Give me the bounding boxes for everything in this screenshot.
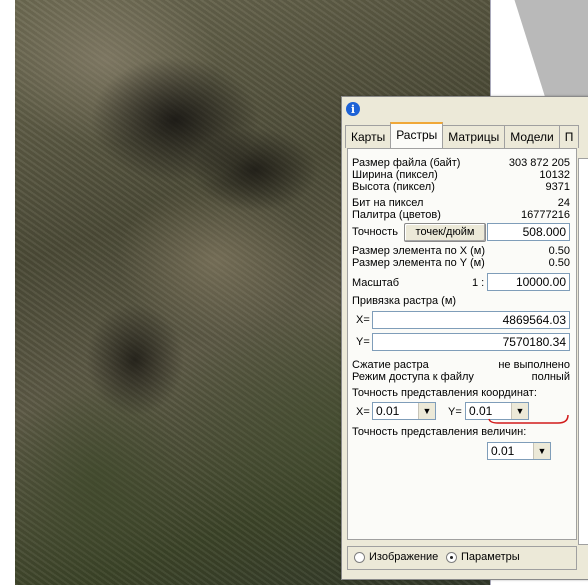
precision-unit-button[interactable]: точек/дюйм	[404, 223, 486, 242]
radio-image-circle[interactable]	[354, 551, 365, 563]
element-size-label: Размер элемента по Y (м)	[352, 257, 485, 269]
chevron-down-icon[interactable]: ▼	[418, 403, 435, 419]
raster-properties-dialog: i Карты Растры Матрицы Модели П Размер ф…	[341, 96, 588, 580]
info-label: Палитра (цветов)	[352, 209, 441, 221]
raster-panel: Размер файла (байт) 303 872 205 Ширина (…	[347, 148, 577, 540]
dialog-titlebar[interactable]: i	[342, 97, 588, 121]
coord-y-label: Y=	[448, 406, 462, 418]
info-icon: i	[346, 102, 360, 116]
scale-label: Масштаб	[352, 277, 400, 289]
coord-x-precision-select[interactable]: 0.01 ▼	[372, 402, 436, 420]
element-size-value: 0.50	[548, 257, 570, 269]
chevron-down-icon[interactable]: ▼	[533, 443, 550, 459]
x-coordinate-input[interactable]: 4869564.03	[372, 311, 570, 329]
coord-y-precision-value: 0.01	[469, 404, 493, 418]
scale-input[interactable]: 10000.00	[487, 273, 570, 291]
radio-image[interactable]: Изображение	[354, 551, 438, 563]
precision-input[interactable]: 508.000	[487, 223, 570, 241]
element-size-row: Размер элемента по Y (м) 0.50	[352, 257, 570, 270]
info-row: Палитра (цветов) 16777216	[352, 209, 570, 222]
side-panel	[578, 158, 588, 545]
access-label: Режим доступа к файлу	[352, 371, 474, 383]
tab-bar: Карты Растры Матрицы Модели П	[345, 122, 580, 149]
value-precision-select[interactable]: 0.01 ▼	[487, 442, 551, 460]
precision-label: Точность	[352, 226, 398, 238]
tab-rasters[interactable]: Растры	[390, 122, 444, 149]
x-label: X=	[356, 314, 370, 326]
coord-y-precision-select[interactable]: 0.01 ▼	[465, 402, 529, 420]
left-margin	[0, 0, 15, 585]
access-value: полный	[531, 371, 570, 383]
radio-params-label: Параметры	[461, 551, 520, 563]
binding-label: Привязка растра (м)	[352, 295, 457, 307]
tab-maps[interactable]: Карты	[345, 125, 392, 148]
value-precision-label: Точность представления величин:	[352, 426, 527, 438]
radio-params-circle[interactable]	[446, 551, 457, 563]
tab-models[interactable]: Модели	[504, 125, 560, 148]
coord-precision-label: Точность представления координат:	[352, 387, 537, 399]
y-coordinate-input[interactable]: 7570180.34	[372, 333, 570, 351]
radio-params[interactable]: Параметры	[446, 551, 520, 563]
info-row: Высота (пиксел) 9371	[352, 181, 570, 194]
display-mode-group: Изображение Параметры	[347, 546, 577, 570]
info-value: 16777216	[521, 209, 570, 221]
value-precision-value: 0.01	[491, 444, 515, 458]
coord-x-label: X=	[356, 406, 370, 418]
tab-truncated[interactable]: П	[558, 125, 580, 148]
info-label: Высота (пиксел)	[352, 181, 435, 193]
chevron-down-icon[interactable]: ▼	[511, 403, 528, 419]
access-row: Режим доступа к файлу полный	[352, 371, 570, 384]
scale-prefix: 1 :	[472, 277, 485, 289]
coord-x-precision-value: 0.01	[376, 404, 400, 418]
info-value: 9371	[545, 181, 570, 193]
y-label: Y=	[356, 336, 370, 348]
tab-matrices[interactable]: Матрицы	[442, 125, 506, 148]
radio-image-label: Изображение	[369, 551, 439, 563]
